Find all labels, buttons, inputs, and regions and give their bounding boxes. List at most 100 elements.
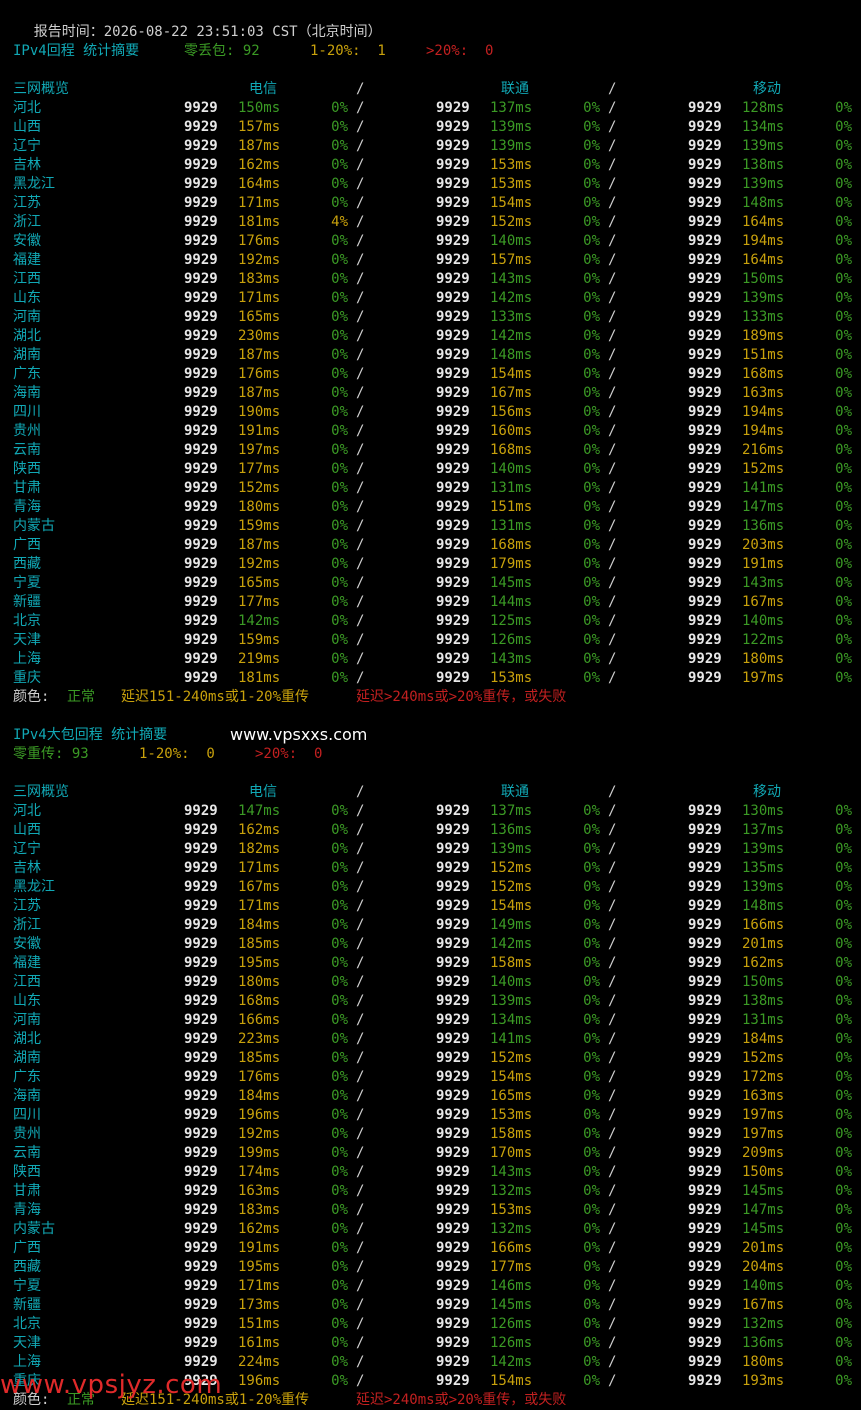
- loss-ct: 0%: [331, 518, 348, 534]
- row-separator: /: [608, 632, 617, 648]
- latency-cm: 141ms: [742, 480, 785, 496]
- loss-ct: 0%: [331, 1221, 348, 1237]
- loss-cm: 0%: [835, 385, 852, 401]
- loss-ct: 0%: [331, 100, 348, 116]
- province-name: 天津: [13, 632, 41, 648]
- port-cu: 9929: [436, 1297, 470, 1313]
- latency-cm: 133ms: [742, 309, 785, 325]
- loss-ct: 0%: [331, 1012, 348, 1028]
- port-cm: 9929: [688, 233, 722, 249]
- loss-cm: 0%: [835, 1050, 852, 1066]
- latency-cu: 139ms: [490, 993, 533, 1009]
- latency-cm: 139ms: [742, 841, 785, 857]
- latency-cm: 184ms: [742, 1031, 785, 1047]
- loss-ct: 0%: [331, 176, 348, 192]
- row-separator: /: [608, 537, 617, 553]
- row-separator: /: [356, 1145, 365, 1161]
- loss-cu: 0%: [583, 841, 600, 857]
- latency-ct: 161ms: [238, 1335, 281, 1351]
- port-cm: 9929: [688, 993, 722, 1009]
- port-cm: 9929: [688, 632, 722, 648]
- latency-cu: 140ms: [490, 974, 533, 990]
- loss-ct: 0%: [331, 461, 348, 477]
- section-title-line: IPv4大包回程 统计摘要: [0, 726, 861, 745]
- latency-cu: 152ms: [490, 1050, 533, 1066]
- row-separator: /: [608, 309, 617, 325]
- legend-bad: 延迟>240ms或>20%重传，或失败: [356, 1392, 567, 1408]
- loss-cu: 0%: [583, 556, 600, 572]
- latency-cm: 135ms: [742, 860, 785, 876]
- loss-cm: 0%: [835, 499, 852, 515]
- table-row: 天津 9929 161ms 0% / 9929 126ms 0% / 9929 136ms 0%: [0, 1334, 861, 1353]
- latency-ct: 177ms: [238, 594, 281, 610]
- row-separator: /: [356, 461, 365, 477]
- port-ct: 9929: [184, 1145, 218, 1161]
- row-separator: /: [608, 423, 617, 439]
- province-name: 湖北: [13, 328, 41, 344]
- latency-cm: 168ms: [742, 366, 785, 382]
- loss-ct: 0%: [331, 1202, 348, 1218]
- loss-cu: 0%: [583, 138, 600, 154]
- port-cm: 9929: [688, 1259, 722, 1275]
- table-row: 河南 9929 165ms 0% / 9929 133ms 0% / 9929 133ms 0%: [0, 308, 861, 327]
- latency-ct: 223ms: [238, 1031, 281, 1047]
- row-separator: /: [608, 613, 617, 629]
- port-cu: 9929: [436, 632, 470, 648]
- port-cm: 9929: [688, 974, 722, 990]
- latency-cm: 167ms: [742, 594, 785, 610]
- province-name: 四川: [13, 404, 41, 420]
- row-separator: /: [356, 499, 365, 515]
- loss-cm: 0%: [835, 575, 852, 591]
- latency-cm: 137ms: [742, 822, 785, 838]
- loss-cu: 0%: [583, 860, 600, 876]
- row-separator: /: [608, 1335, 617, 1351]
- latency-cm: 147ms: [742, 1202, 785, 1218]
- port-cm: 9929: [688, 594, 722, 610]
- loss-cu: 0%: [583, 1069, 600, 1085]
- province-name: 甘肃: [13, 1183, 41, 1199]
- port-cm: 9929: [688, 1183, 722, 1199]
- loss-ct: 0%: [331, 1031, 348, 1047]
- summary-bad: >20%: 0: [255, 746, 323, 762]
- province-name: 海南: [13, 1088, 41, 1104]
- table-row: 贵州 9929 192ms 0% / 9929 158ms 0% / 9929 197ms 0%: [0, 1125, 861, 1144]
- table-row: 黑龙江 9929 167ms 0% / 9929 152ms 0% / 9929 139ms 0%: [0, 878, 861, 897]
- port-cu: 9929: [436, 423, 470, 439]
- latency-cu: 177ms: [490, 1259, 533, 1275]
- port-cu: 9929: [436, 347, 470, 363]
- port-cu: 9929: [436, 841, 470, 857]
- row-separator: /: [356, 860, 365, 876]
- latency-cm: 163ms: [742, 385, 785, 401]
- port-cm: 9929: [688, 822, 722, 838]
- table-row: 湖南 9929 187ms 0% / 9929 148ms 0% / 9929 151ms 0%: [0, 346, 861, 365]
- loss-ct: 0%: [331, 1088, 348, 1104]
- latency-cm: 131ms: [742, 1012, 785, 1028]
- port-cu: 9929: [436, 176, 470, 192]
- province-name: 宁夏: [13, 1278, 41, 1294]
- loss-cm: 0%: [835, 1164, 852, 1180]
- loss-ct: 0%: [331, 879, 348, 895]
- table-row: 黑龙江 9929 164ms 0% / 9929 153ms 0% / 9929 139ms 0%: [0, 175, 861, 194]
- loss-ct: 0%: [331, 670, 348, 686]
- table-row: 内蒙古 9929 159ms 0% / 9929 131ms 0% / 9929 136ms 0%: [0, 517, 861, 536]
- loss-cm: 0%: [835, 936, 852, 952]
- province-name: 云南: [13, 442, 41, 458]
- row-separator: /: [356, 1259, 365, 1275]
- row-separator: /: [356, 404, 365, 420]
- loss-cm: 0%: [835, 556, 852, 572]
- latency-ct: 174ms: [238, 1164, 281, 1180]
- loss-ct: 0%: [331, 233, 348, 249]
- row-separator: /: [356, 176, 365, 192]
- latency-cm: 163ms: [742, 1088, 785, 1104]
- row-separator: /: [608, 993, 617, 1009]
- latency-ct: 163ms: [238, 1183, 281, 1199]
- latency-ct: 190ms: [238, 404, 281, 420]
- row-separator: /: [608, 841, 617, 857]
- row-separator: /: [356, 214, 365, 230]
- header-ct: 电信: [249, 81, 277, 97]
- loss-ct: 0%: [331, 1240, 348, 1256]
- row-separator: /: [608, 1259, 617, 1275]
- header-separator: /: [356, 784, 365, 800]
- loss-cu: 0%: [583, 974, 600, 990]
- latency-cu: 139ms: [490, 841, 533, 857]
